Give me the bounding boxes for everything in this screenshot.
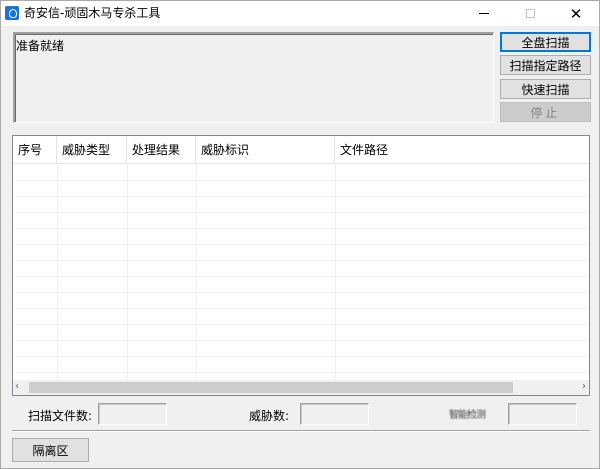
column-header-threat-id[interactable]: 威胁标识 [196,136,335,164]
shield-icon [5,6,19,20]
list-header: 序号 威胁类型 处理结果 威胁标识 文件路径 [13,136,589,164]
threats-label: 威胁数: [249,409,290,423]
app-window: 奇安信-顽固木马专杀工具 ✕ 准备就绪 全盘扫描 扫描指定路径 快速扫描 停止 … [0,0,600,469]
column-header-threat-type[interactable]: 威胁类型 [57,136,127,164]
column-header-file-path[interactable]: 文件路径 [335,136,589,164]
scroll-right-icon[interactable]: › [582,381,586,392]
maximize-icon [525,9,535,18]
threats-field [300,403,369,425]
stop-button: 停止 [500,102,591,122]
grid-line [13,340,589,341]
close-icon: ✕ [569,4,583,23]
status-text: 准备就绪 [16,39,65,53]
maximize-button [507,1,553,26]
scan-path-button[interactable]: 扫描指定路径 [500,55,591,75]
scroll-left-icon[interactable]: ‹ [15,381,19,392]
title-bar: 奇安信-顽固木马专杀工具 ✕ [1,1,599,26]
minimize-button[interactable] [461,1,507,26]
grid-line [13,276,589,277]
grid-line [13,324,589,325]
grid-line [13,308,589,309]
full-scan-button[interactable]: 全盘扫描 [500,32,591,52]
grid-line [13,292,589,293]
quick-scan-button[interactable]: 快速扫描 [500,79,591,99]
grid-line [13,196,589,197]
threat-list[interactable]: 序号 威胁类型 处理结果 威胁标识 文件路径 ‹ › [12,135,590,396]
quarantine-button[interactable]: 隔离区 [12,438,89,462]
grid-line [13,244,589,245]
scanned-files-field [98,403,167,425]
detection-field [508,403,577,425]
grid-line [13,212,589,213]
grid-line [13,228,589,229]
scrollbar-thumb[interactable] [29,382,513,393]
column-header-result[interactable]: 处理结果 [127,136,196,164]
status-panel: 准备就绪 [13,32,494,123]
grid-line [13,180,589,181]
column-header-index[interactable]: 序号 [13,136,57,164]
horizontal-scrollbar[interactable]: ‹ › [13,380,589,395]
scanned-files-label: 扫描文件数: [28,409,93,423]
grid-line [13,260,589,261]
grid-line [13,372,589,373]
grid-line [13,356,589,357]
close-button[interactable]: ✕ [553,1,599,26]
detection-label: 智能检测 [449,410,486,421]
divider [12,430,590,432]
window-title: 奇安信-顽固木马专杀工具 [24,6,161,20]
minimize-icon [479,13,489,14]
